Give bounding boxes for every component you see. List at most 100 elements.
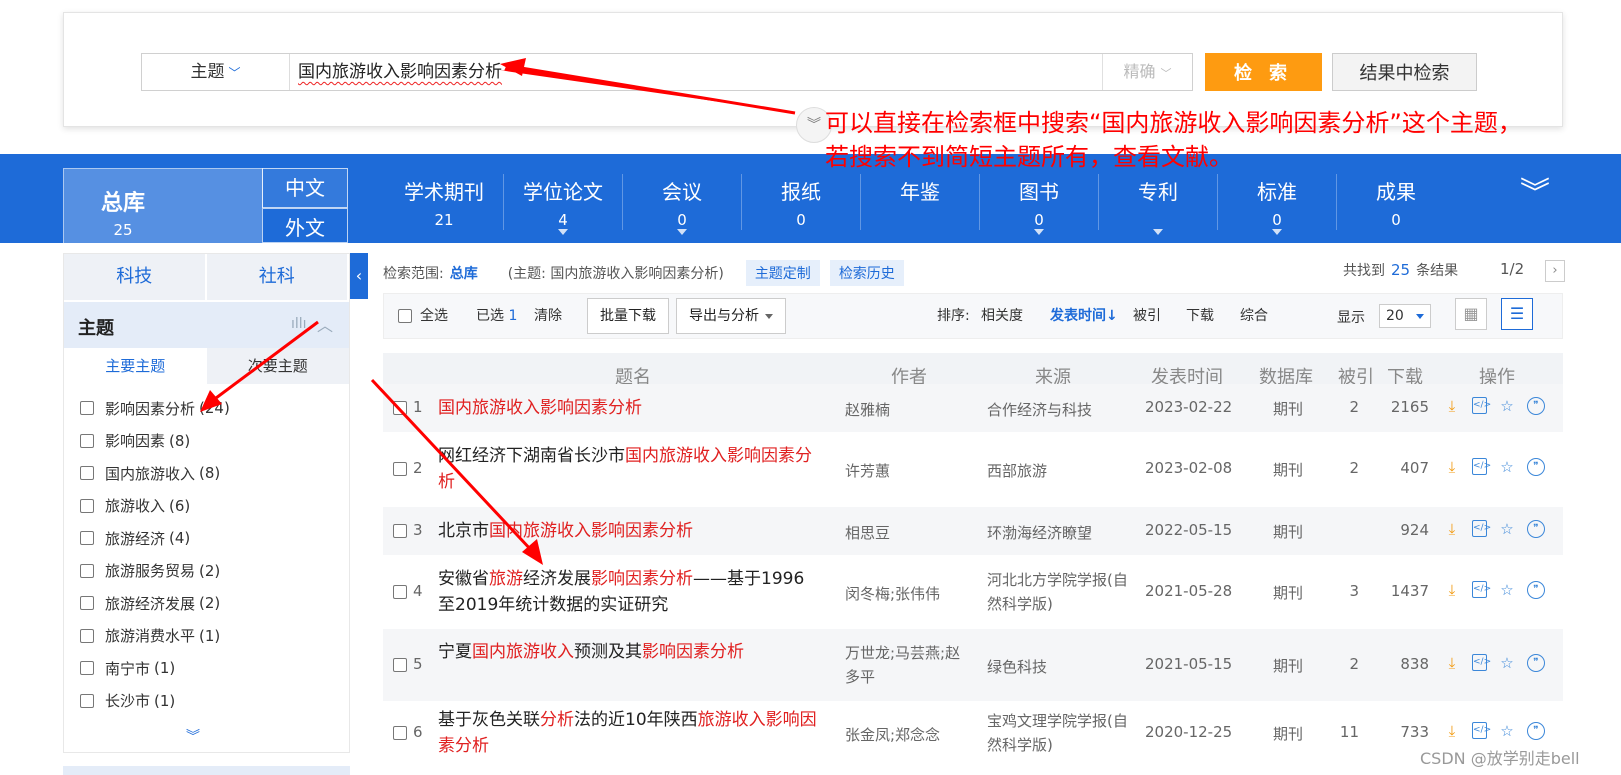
star-icon[interactable]: ☆	[1498, 520, 1516, 538]
collapse-sidebar-button[interactable]: ‹	[350, 253, 368, 299]
chevron-up-icon[interactable]: ︿	[317, 312, 333, 336]
quote-icon[interactable]: ❞	[1527, 722, 1545, 740]
tab-science[interactable]: 科技	[64, 254, 207, 300]
checkbox[interactable]	[398, 309, 412, 323]
caret-down-icon[interactable]	[1153, 229, 1163, 235]
next-page-button[interactable]: ›	[1545, 260, 1565, 282]
star-icon[interactable]: ☆	[1498, 654, 1516, 672]
tab-category-6[interactable]: 专利	[1099, 176, 1217, 235]
batch-download-button[interactable]: 批量下载	[587, 298, 669, 334]
search-field-select[interactable]: 主题 ﹀	[142, 54, 290, 90]
show-more-icon[interactable]: ︾	[186, 726, 200, 746]
result-cited[interactable]: 2	[1329, 459, 1359, 477]
checkbox[interactable]	[80, 466, 94, 481]
facet-item[interactable]: 长沙市 (1)	[64, 685, 349, 718]
download-icon[interactable]: ⤓	[1443, 458, 1461, 476]
row-checkbox[interactable]	[393, 524, 407, 538]
facet-item[interactable]: 旅游经济发展 (2)	[64, 587, 349, 620]
html-read-icon[interactable]: </>	[1472, 520, 1491, 537]
tab-category-3[interactable]: 报纸 0	[742, 176, 860, 229]
quote-icon[interactable]: ❞	[1527, 581, 1545, 599]
tab-category-7[interactable]: 标准 0	[1218, 176, 1336, 235]
result-authors[interactable]: 闵冬梅;张伟伟	[845, 582, 975, 606]
result-title-link[interactable]: 网红经济下湖南省长沙市国内旅游收入影响因素分析	[438, 443, 818, 495]
result-source[interactable]: 河北北方学院学报(自然科学版)	[987, 568, 1137, 616]
html-read-icon[interactable]: </>	[1472, 397, 1491, 414]
result-source[interactable]: 宝鸡文理学院学报(自然科学版)	[987, 709, 1137, 757]
export-analysis-button[interactable]: 导出与分析	[676, 298, 786, 334]
sort-overall[interactable]: 综合	[1240, 294, 1268, 338]
checkbox[interactable]	[80, 661, 94, 676]
result-source[interactable]: 西部旅游	[987, 459, 1137, 483]
scope-value[interactable]: 总库	[450, 263, 478, 283]
caret-down-icon[interactable]	[1034, 229, 1044, 235]
search-button[interactable]: 检 索	[1205, 53, 1322, 91]
row-checkbox[interactable]	[393, 585, 407, 599]
search-history-button[interactable]: 检索历史	[829, 260, 904, 286]
checkbox[interactable]	[80, 498, 94, 513]
tab-category-4[interactable]: 年鉴	[861, 176, 979, 211]
download-icon[interactable]: ⤓	[1443, 520, 1461, 538]
result-authors[interactable]: 张金凤;郑念念	[845, 723, 975, 747]
result-authors[interactable]: 万世龙;马芸燕;赵多平	[845, 641, 975, 689]
checkbox[interactable]	[80, 401, 94, 416]
checkbox[interactable]	[80, 563, 94, 578]
quote-icon[interactable]: ❞	[1527, 458, 1545, 476]
tab-total-library[interactable]: 总库 25	[63, 168, 263, 243]
caret-down-icon[interactable]	[1272, 229, 1282, 235]
checkbox[interactable]	[80, 433, 94, 448]
facet-item[interactable]: 影响因素分析 (24)	[64, 392, 349, 425]
facet-item[interactable]: 国内旅游收入 (8)	[64, 457, 349, 490]
html-read-icon[interactable]: </>	[1472, 722, 1491, 739]
facet-item[interactable]: 旅游服务贸易 (2)	[64, 555, 349, 588]
result-authors[interactable]: 许芳蕙	[845, 459, 975, 483]
result-title-link[interactable]: 国内旅游收入影响因素分析	[438, 395, 818, 421]
caret-down-icon[interactable]	[677, 229, 687, 235]
sort-cited[interactable]: 被引	[1133, 294, 1161, 338]
result-cited[interactable]: 3	[1329, 582, 1359, 600]
facet-item[interactable]: 旅游经济 (4)	[64, 522, 349, 555]
star-icon[interactable]: ☆	[1498, 581, 1516, 599]
topic-custom-button[interactable]: 主题定制	[745, 260, 820, 286]
quote-icon[interactable]: ❞	[1527, 397, 1545, 415]
subtab-main-topic[interactable]: 主要主题	[64, 348, 207, 384]
download-icon[interactable]: ⤓	[1443, 397, 1461, 415]
tab-lang-chinese[interactable]: 中文	[262, 168, 348, 208]
grid-view-icon[interactable]: ▦	[1455, 298, 1487, 330]
sort-relevance[interactable]: 相关度	[981, 294, 1023, 338]
html-read-icon[interactable]: </>	[1472, 458, 1491, 475]
result-title-link[interactable]: 基于灰色关联分析法的近10年陕西旅游收入影响因素分析	[438, 707, 818, 759]
result-cited[interactable]: 2	[1329, 655, 1359, 673]
search-within-results-button[interactable]: 结果中检索	[1332, 53, 1477, 91]
html-read-icon[interactable]: </>	[1472, 654, 1491, 671]
row-checkbox[interactable]	[393, 726, 407, 740]
sort-download[interactable]: 下载	[1186, 294, 1214, 338]
facet-item[interactable]: 影响因素 (8)	[64, 425, 349, 458]
sort-publish-date[interactable]: 发表时间↓	[1050, 294, 1118, 338]
clear-button[interactable]: 清除	[534, 294, 562, 338]
result-authors[interactable]: 赵雅楠	[845, 398, 975, 422]
checkbox[interactable]	[80, 628, 94, 643]
tab-category-5[interactable]: 图书 0	[980, 176, 1098, 235]
result-title-link[interactable]: 北京市国内旅游收入影响因素分析	[438, 518, 818, 544]
row-checkbox[interactable]	[393, 401, 407, 415]
download-icon[interactable]: ⤓	[1443, 581, 1461, 599]
result-source[interactable]: 合作经济与科技	[987, 398, 1137, 422]
bar-chart-icon[interactable]: ıllı	[291, 316, 307, 332]
page-size-select[interactable]: 20	[1379, 304, 1431, 328]
facet-item[interactable]: 南宁市 (1)	[64, 652, 349, 685]
quote-icon[interactable]: ❞	[1527, 654, 1545, 672]
checkbox[interactable]	[80, 693, 94, 708]
select-all-checkbox[interactable]: 全选	[398, 294, 448, 338]
tab-category-1[interactable]: 学位论文 4	[504, 176, 622, 235]
search-input[interactable]: 国内旅游收入影响因素分析	[298, 54, 502, 90]
result-title-link[interactable]: 宁夏国内旅游收入预测及其影响因素分析	[438, 639, 818, 665]
expand-tabs-icon[interactable]: ︾	[1520, 179, 1550, 209]
result-cited[interactable]: 11	[1329, 723, 1359, 741]
star-icon[interactable]: ☆	[1498, 397, 1516, 415]
match-mode-select[interactable]: 精确 ﹀	[1102, 54, 1192, 90]
star-icon[interactable]: ☆	[1498, 458, 1516, 476]
tab-category-8[interactable]: 成果 0	[1337, 176, 1455, 229]
checkbox[interactable]	[80, 596, 94, 611]
tab-category-0[interactable]: 学术期刊 21	[385, 176, 503, 229]
